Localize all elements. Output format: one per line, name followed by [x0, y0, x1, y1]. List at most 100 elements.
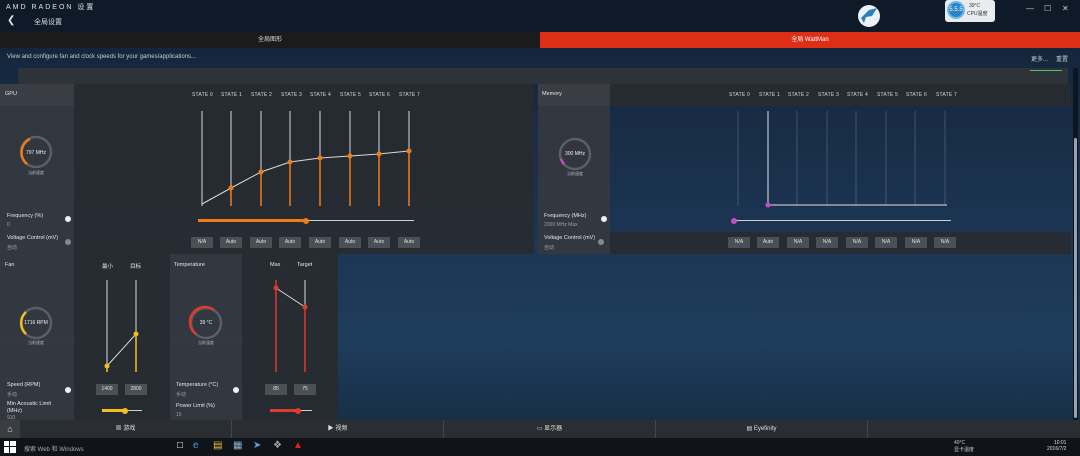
gpu-volt-state-0[interactable]: N/A [191, 237, 213, 248]
tray-label: 显卡温度 [954, 447, 975, 453]
memory-state-7: STATE 7 [936, 92, 957, 98]
memory-volt-state-3[interactable]: N/A [816, 237, 838, 248]
tab-video[interactable]: ▶ 视频 [232, 420, 444, 438]
close-icon[interactable]: ✕ [1062, 4, 1069, 13]
memory-state-graph[interactable] [730, 108, 955, 208]
file-explorer-icon[interactable]: ▤ [213, 440, 222, 451]
gpu-gauge-label: 当前速度 [28, 170, 44, 175]
bottom-nav: ⌂ ▦ 游戏 ▶ 视频 ▭ 显示器 ▤ Eyefinity [0, 420, 1080, 438]
temperature-gauge-value: 39 °C [199, 320, 213, 326]
windows-start-icon[interactable] [4, 441, 16, 453]
gpu-state-graph[interactable] [190, 108, 430, 208]
store-icon[interactable]: ▦ [233, 440, 242, 451]
memory-volt-info-icon[interactable] [598, 239, 604, 245]
gpu-volt-state-3[interactable]: Auto [279, 237, 301, 248]
app-brand: AMD RADEON 设置 [6, 4, 96, 11]
memory-volt-state-0[interactable]: N/A [728, 237, 750, 248]
back-arrow-icon[interactable]: ❮ [7, 15, 17, 26]
task-view-icon[interactable]: □ [177, 440, 183, 451]
gpu-volt-state-4[interactable]: Auto [309, 237, 331, 248]
maximize-icon[interactable]: ☐ [1044, 4, 1051, 13]
memory-freq-slider-track[interactable] [733, 220, 951, 221]
fan-acoustic-slider-handle[interactable] [122, 408, 128, 414]
taskbar-clock[interactable]: 10:01 2016/7/2 [1047, 440, 1066, 452]
edge-browser-icon[interactable]: e [193, 440, 199, 451]
memory-volt-state-4[interactable]: N/A [846, 237, 868, 248]
gpu-state-6: STATE 6 [369, 92, 390, 98]
scrollbar[interactable] [1073, 68, 1078, 420]
memory-volt-state-1[interactable]: Auto [757, 237, 779, 248]
memory-freq-info-icon[interactable] [601, 216, 607, 222]
temperature-max-input[interactable]: 85 [265, 384, 287, 395]
tab-display[interactable]: ▭ 显示器 [444, 420, 656, 438]
memory-title: Memory [542, 91, 562, 97]
temperature-target-input[interactable]: 75 [294, 384, 316, 395]
tab-global-wattman[interactable]: 全局 WattMan [540, 32, 1080, 48]
fan-target-point [133, 331, 139, 337]
gpu-volt-state-6[interactable]: Auto [368, 237, 390, 248]
fan-acoustic-label: Min Acoustic Limit (MHz) [7, 401, 52, 414]
gpu-volt-state-5[interactable]: Auto [339, 237, 361, 248]
fan-curve-graph[interactable] [96, 276, 146, 376]
fan-col-target: 目标 [130, 264, 142, 270]
fan-speed-info-icon[interactable] [65, 387, 71, 393]
tab-eyefinity-label: Eyefinity [753, 426, 777, 432]
gpu-freq-info-icon[interactable] [65, 216, 71, 222]
fan-min-input[interactable]: 1400 [96, 384, 118, 395]
scrollbar-thumb[interactable] [1074, 138, 1077, 418]
gpu-freq-label: Frequency (%) [7, 213, 44, 219]
gpu-volt-state-7[interactable]: Auto [398, 237, 420, 248]
power-limit-label: Power Limit (%) [176, 403, 215, 409]
gpu-volt-state-1[interactable]: Auto [220, 237, 242, 248]
gpu-state-point-3 [287, 159, 293, 165]
memory-volt-state-2[interactable]: N/A [787, 237, 809, 248]
temperature-title: Temperature [174, 262, 205, 268]
gpu-state-3: STATE 3 [281, 92, 302, 98]
memory-states-header [610, 84, 1071, 106]
gpu-title: GPU [5, 91, 17, 97]
memory-gauge-value: 300 MHz [564, 151, 585, 157]
temperature-curve-graph[interactable] [265, 276, 315, 376]
profile-strip [18, 68, 1068, 84]
gpu-gauge-value: 797 MHz [25, 150, 46, 156]
gpu-freq-slider-handle[interactable] [303, 218, 309, 224]
more-link[interactable]: 更多... [1031, 54, 1048, 63]
bird-app-icon[interactable]: ➤ [253, 440, 261, 451]
memory-volt-state-7[interactable]: N/A [934, 237, 956, 248]
radeon-taskbar-icon[interactable]: ▲ [293, 440, 303, 451]
fan-target-input[interactable]: 2800 [125, 384, 147, 395]
reset-link[interactable]: 重置 [1056, 54, 1068, 63]
app-icon[interactable]: ❖ [273, 440, 282, 451]
memory-state-4: STATE 4 [847, 92, 868, 98]
gpu-state-point-7 [406, 148, 412, 154]
tab-games[interactable]: ▦ 游戏 [20, 420, 232, 438]
top-tabs: 全局图形 全局 WattMan [0, 32, 1080, 48]
gpu-state-point-2 [258, 169, 264, 175]
fan-title: Fan [5, 262, 15, 268]
gpu-state-4: STATE 4 [310, 92, 331, 98]
status-temp: 39°C [969, 3, 981, 9]
home-icon[interactable]: ⌂ [0, 420, 20, 438]
gpu-volt-info-icon[interactable] [65, 239, 71, 245]
temperature-info-icon[interactable] [233, 387, 239, 393]
temperature-label: Temperature (°C) [176, 382, 219, 388]
fan-gauge-value: 1716 RPM [24, 320, 48, 326]
memory-freq-slider-handle[interactable] [731, 218, 737, 224]
gpu-states-header [74, 84, 534, 106]
gpu-volt-state-2[interactable]: Auto [250, 237, 272, 248]
page-description: View and configure fan and clock speeds … [7, 54, 196, 60]
tab-global-graphics[interactable]: 全局图形 [0, 32, 540, 48]
gpu-state-point-6 [376, 151, 382, 157]
minimize-icon[interactable]: — [1026, 4, 1034, 13]
temperature-max-point [273, 285, 279, 291]
memory-volt-state-5[interactable]: N/A [875, 237, 897, 248]
page-title: 全局设置 [34, 19, 62, 26]
power-limit-slider-handle[interactable] [295, 408, 301, 414]
memory-volt-state-6[interactable]: N/A [905, 237, 927, 248]
status-widget[interactable]: 5.5.5 39°C CPU温度 [945, 0, 995, 22]
taskbar-search[interactable]: 搜索 Web 和 Windows [24, 444, 84, 453]
tab-eyefinity[interactable]: ▤ Eyefinity [656, 420, 868, 438]
fan-acoustic-slider-fill [102, 409, 124, 412]
memory-freq-label: Frequency (MHz) [544, 213, 587, 219]
power-limit-value: 15 [176, 412, 182, 418]
